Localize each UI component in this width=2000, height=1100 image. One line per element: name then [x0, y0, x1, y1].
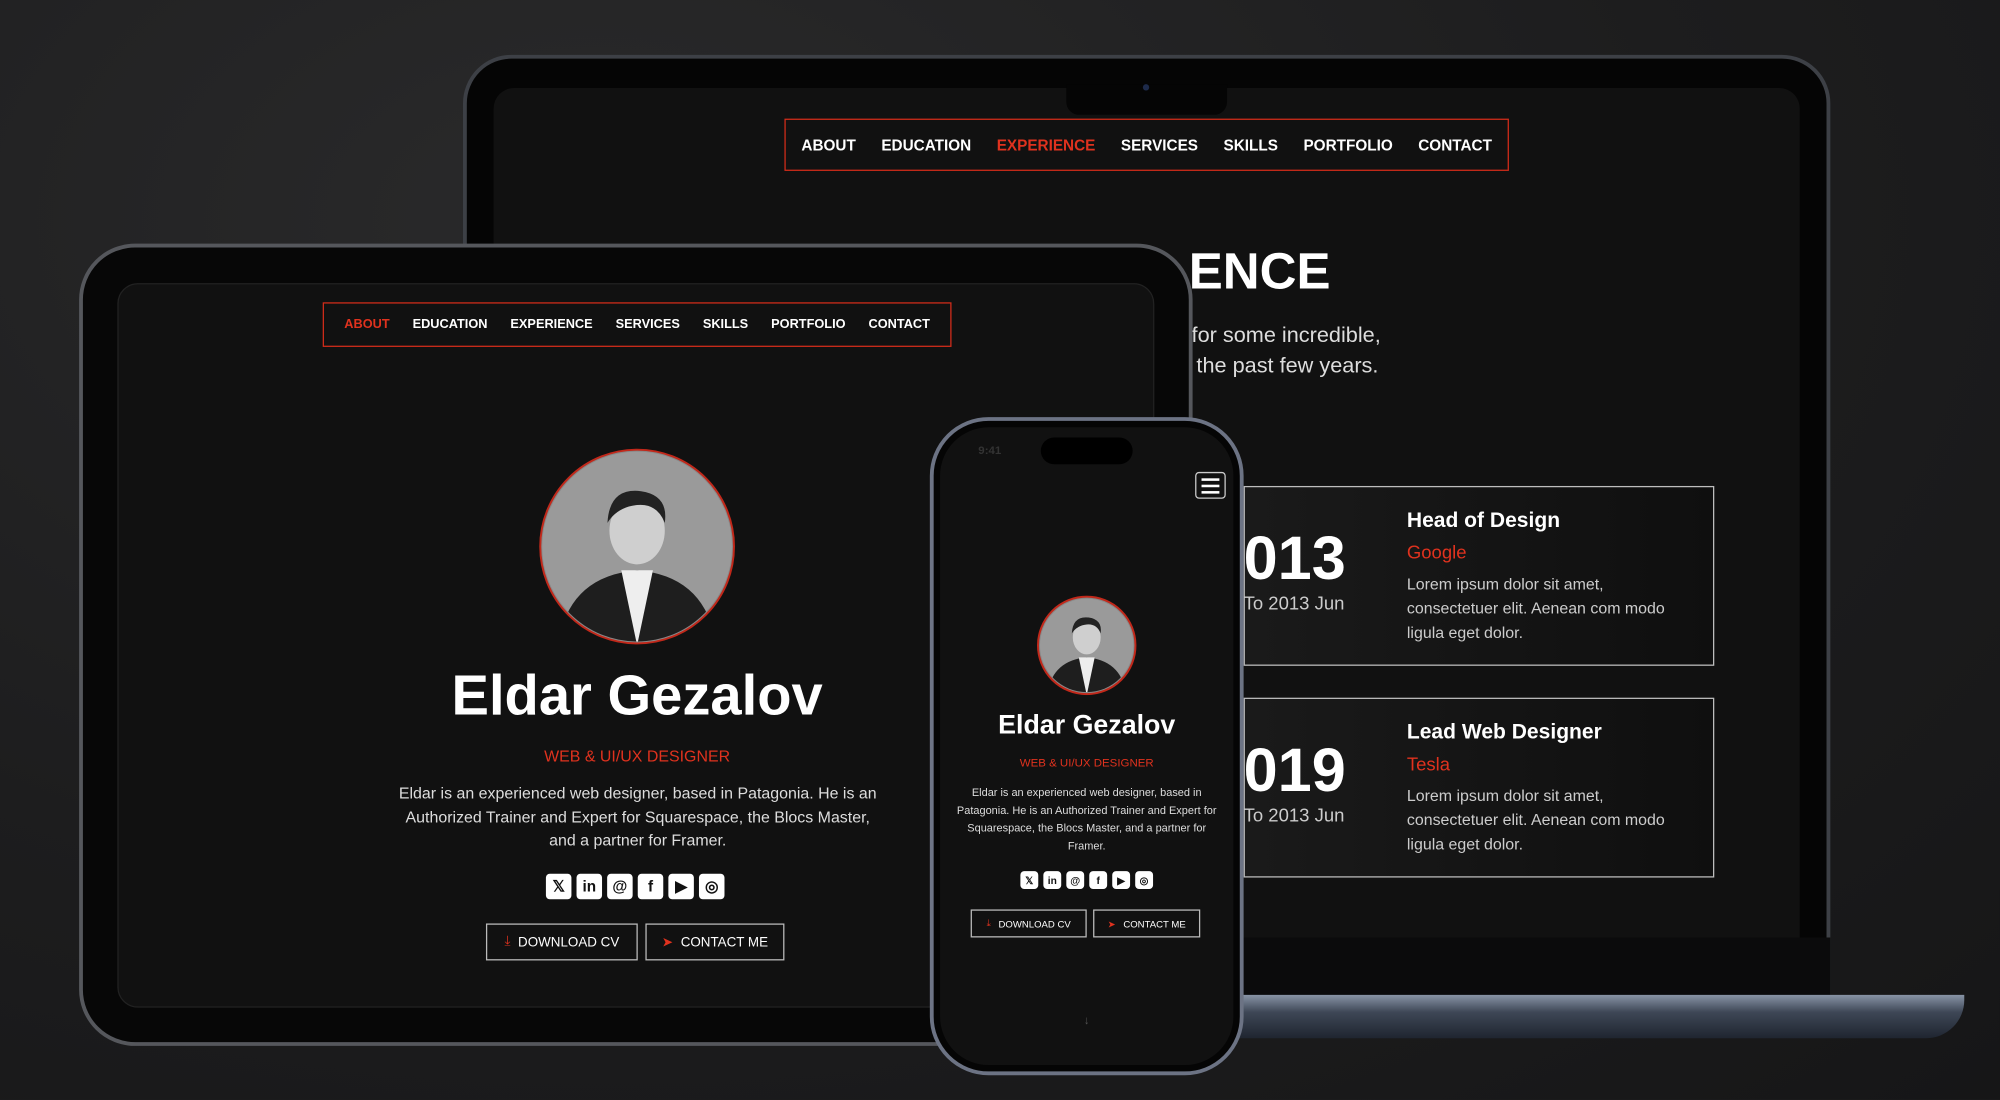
download-icon: ⤓	[986, 917, 991, 929]
nav-item-about[interactable]: ABOUT	[801, 136, 855, 154]
card-company: Google	[1406, 543, 1467, 564]
facebook-icon[interactable]: f	[637, 873, 664, 900]
card-company: Tesla	[1406, 755, 1451, 776]
device-mockup-scene: ABOUT EDUCATION EXPERIENCE SERVICES SKILLS PO…	[0, 0, 2000, 1100]
nav-item-contact[interactable]: CONTACT	[869, 318, 930, 332]
nav-item-contact[interactable]: CONTACT	[1418, 136, 1492, 154]
dynamic-island	[1040, 437, 1133, 465]
experience-intro: g for some incredible, the past few year…	[1173, 320, 1380, 381]
linkedin-icon[interactable]: in	[576, 873, 603, 900]
linkedin-icon[interactable]: in	[1043, 871, 1062, 890]
card-year: 019	[1243, 737, 1346, 805]
nav-item-about[interactable]: ABOUT	[344, 318, 389, 332]
nav-item-skills[interactable]: SKILLS	[703, 318, 748, 332]
nav-item-education[interactable]: EDUCATION	[881, 136, 971, 154]
instagram-icon[interactable]: ◎	[698, 873, 725, 900]
card-description: Lorem ipsum dolor sit amet, consectetuer…	[1406, 786, 1665, 854]
card-title: Lead Web Designer	[1406, 720, 1602, 744]
download-icon: ⤓	[504, 933, 511, 949]
laptop-nav: ABOUT EDUCATION EXPERIENCE SERVICES SKILLS PO…	[784, 118, 1509, 171]
card-date-range: To 2013 Jun	[1243, 594, 1345, 615]
tablet-nav: ABOUT EDUCATION EXPERIENCE SERVICES SKILLS PO…	[322, 302, 952, 347]
phone-screen: 9:41 Eldar Gezalov WEB & UI/UX DESIGNER …	[940, 427, 1234, 1066]
contact-me-button[interactable]: ➤ CONTACT ME	[1093, 909, 1201, 938]
nav-item-services[interactable]: SERVICES	[616, 318, 680, 332]
nav-item-portfolio[interactable]: PORTFOLIO	[1303, 136, 1392, 154]
threads-icon[interactable]: @	[1066, 871, 1085, 890]
card-title: Head of Design	[1406, 508, 1561, 532]
instagram-icon[interactable]: ◎	[1135, 871, 1154, 890]
avatar	[1036, 595, 1137, 696]
threads-icon[interactable]: @	[607, 873, 633, 900]
nav-item-experience[interactable]: EXPERIENCE	[510, 318, 592, 332]
nav-item-education[interactable]: EDUCATION	[413, 318, 488, 332]
contact-me-label: CONTACT ME	[1123, 917, 1186, 930]
card-date-range: To 2013 Jun	[1243, 806, 1345, 827]
nav-item-portfolio[interactable]: PORTFOLIO	[771, 318, 845, 332]
card-year: 013	[1243, 525, 1346, 594]
download-cv-button[interactable]: ⤓ DOWNLOAD CV	[485, 923, 638, 961]
paper-plane-icon: ➤	[661, 934, 674, 950]
scroll-down-icon[interactable]: ↓	[940, 1014, 1233, 1027]
download-cv-label: DOWNLOAD CV	[518, 934, 620, 950]
social-links: 𝕏in @ f ▶ ◎	[1020, 871, 1154, 890]
nav-item-services[interactable]: SERVICES	[1121, 136, 1198, 154]
download-cv-button[interactable]: ⤓ DOWNLOAD CV	[970, 909, 1087, 938]
social-links: 𝕏in @ f ▶ ◎	[545, 873, 725, 900]
youtube-icon[interactable]: ▶	[1112, 871, 1131, 890]
download-cv-label: DOWNLOAD CV	[998, 917, 1071, 930]
profile-name: Eldar Gezalov	[998, 710, 1176, 740]
intro-line: the past few years.	[1196, 353, 1379, 378]
profile-bio: Eldar is an experienced web designer, ba…	[398, 784, 877, 850]
profile-bio: Eldar is an experienced web designer, ba…	[956, 785, 1217, 853]
nav-item-experience[interactable]: EXPERIENCE	[997, 136, 1096, 154]
status-time: 9:41	[978, 443, 1002, 457]
experience-heading: ENCE	[1188, 243, 1331, 300]
intro-line: g for some incredible,	[1173, 322, 1381, 347]
card-description: Lorem ipsum dolor sit amet, consectetuer…	[1406, 575, 1665, 642]
nav-item-skills[interactable]: SKILLS	[1224, 136, 1278, 154]
youtube-icon[interactable]: ▶	[668, 873, 694, 900]
camera-icon	[1142, 84, 1150, 91]
avatar	[538, 448, 736, 646]
x-icon[interactable]: 𝕏	[1020, 871, 1039, 890]
contact-me-label: CONTACT ME	[680, 934, 769, 950]
facebook-icon[interactable]: f	[1089, 871, 1108, 890]
contact-me-button[interactable]: ➤ CONTACT ME	[645, 923, 785, 961]
paper-plane-icon: ➤	[1107, 917, 1116, 930]
laptop-base	[1224, 994, 1965, 1039]
hamburger-menu-button[interactable]	[1195, 471, 1226, 499]
x-icon[interactable]: 𝕏	[545, 873, 572, 900]
profile-role: WEB & UI/UX DESIGNER	[1019, 756, 1154, 770]
